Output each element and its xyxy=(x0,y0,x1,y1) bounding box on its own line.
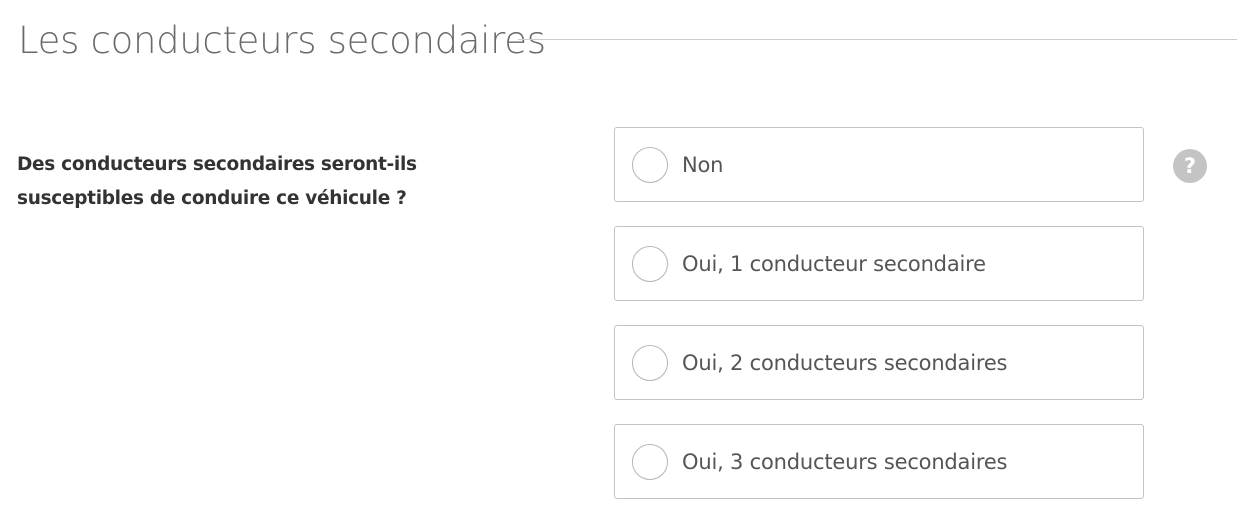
driver-count-options: Non Oui, 1 conducteur secondaire Oui, 2 … xyxy=(614,127,1144,523)
radio-button[interactable] xyxy=(632,344,668,381)
radio-button[interactable] xyxy=(632,146,668,183)
option-label: Non xyxy=(682,152,724,177)
help-icon[interactable]: ? xyxy=(1173,149,1207,183)
option-non[interactable]: Non xyxy=(614,127,1144,202)
option-three-drivers[interactable]: Oui, 3 conducteurs secondaires xyxy=(614,424,1144,499)
question-label: Des conducteurs secondaires seront-ils s… xyxy=(17,154,417,209)
section-title: Les conducteurs secondaires xyxy=(18,19,546,62)
radio-button[interactable] xyxy=(632,245,668,282)
section-header: Les conducteurs secondaires xyxy=(0,0,1237,84)
option-label: Oui, 1 conducteur secondaire xyxy=(682,251,986,276)
option-label: Oui, 3 conducteurs secondaires xyxy=(682,449,1008,474)
option-label: Oui, 2 conducteurs secondaires xyxy=(682,350,1008,375)
option-one-driver[interactable]: Oui, 1 conducteur secondaire xyxy=(614,226,1144,301)
radio-button[interactable] xyxy=(632,443,668,480)
section-divider xyxy=(518,39,1237,40)
option-two-drivers[interactable]: Oui, 2 conducteurs secondaires xyxy=(614,325,1144,400)
